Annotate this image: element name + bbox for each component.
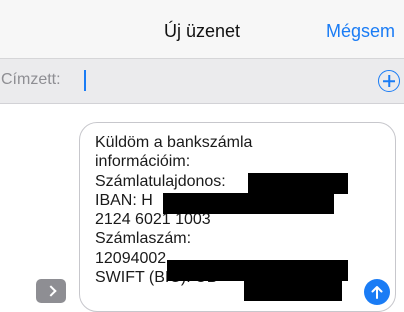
redaction-block-owner [248, 173, 348, 194]
message-line: Számlaszám: [95, 230, 192, 248]
message-input-field[interactable]: Küldöm a bankszámla információim: Számlatu… [79, 122, 396, 312]
add-contact-icon[interactable] [378, 70, 400, 92]
message-line: információim: [95, 153, 191, 171]
redaction-block-iban [163, 193, 334, 214]
send-button[interactable] [364, 279, 390, 305]
recipient-row: Címzett: [0, 59, 404, 104]
cancel-button[interactable]: Mégsem [326, 21, 395, 42]
redaction-block-account [167, 260, 348, 281]
recipient-input[interactable] [68, 69, 358, 93]
recipient-label: Címzett: [1, 71, 61, 88]
redaction-block-swift [244, 280, 342, 301]
apps-toggle-button[interactable] [36, 279, 66, 303]
message-line: Küldöm a bankszámla [95, 134, 253, 151]
text-cursor [84, 70, 86, 91]
arrow-up-icon [371, 286, 383, 299]
navigation-bar: Új üzenet Mégsem [0, 0, 404, 59]
